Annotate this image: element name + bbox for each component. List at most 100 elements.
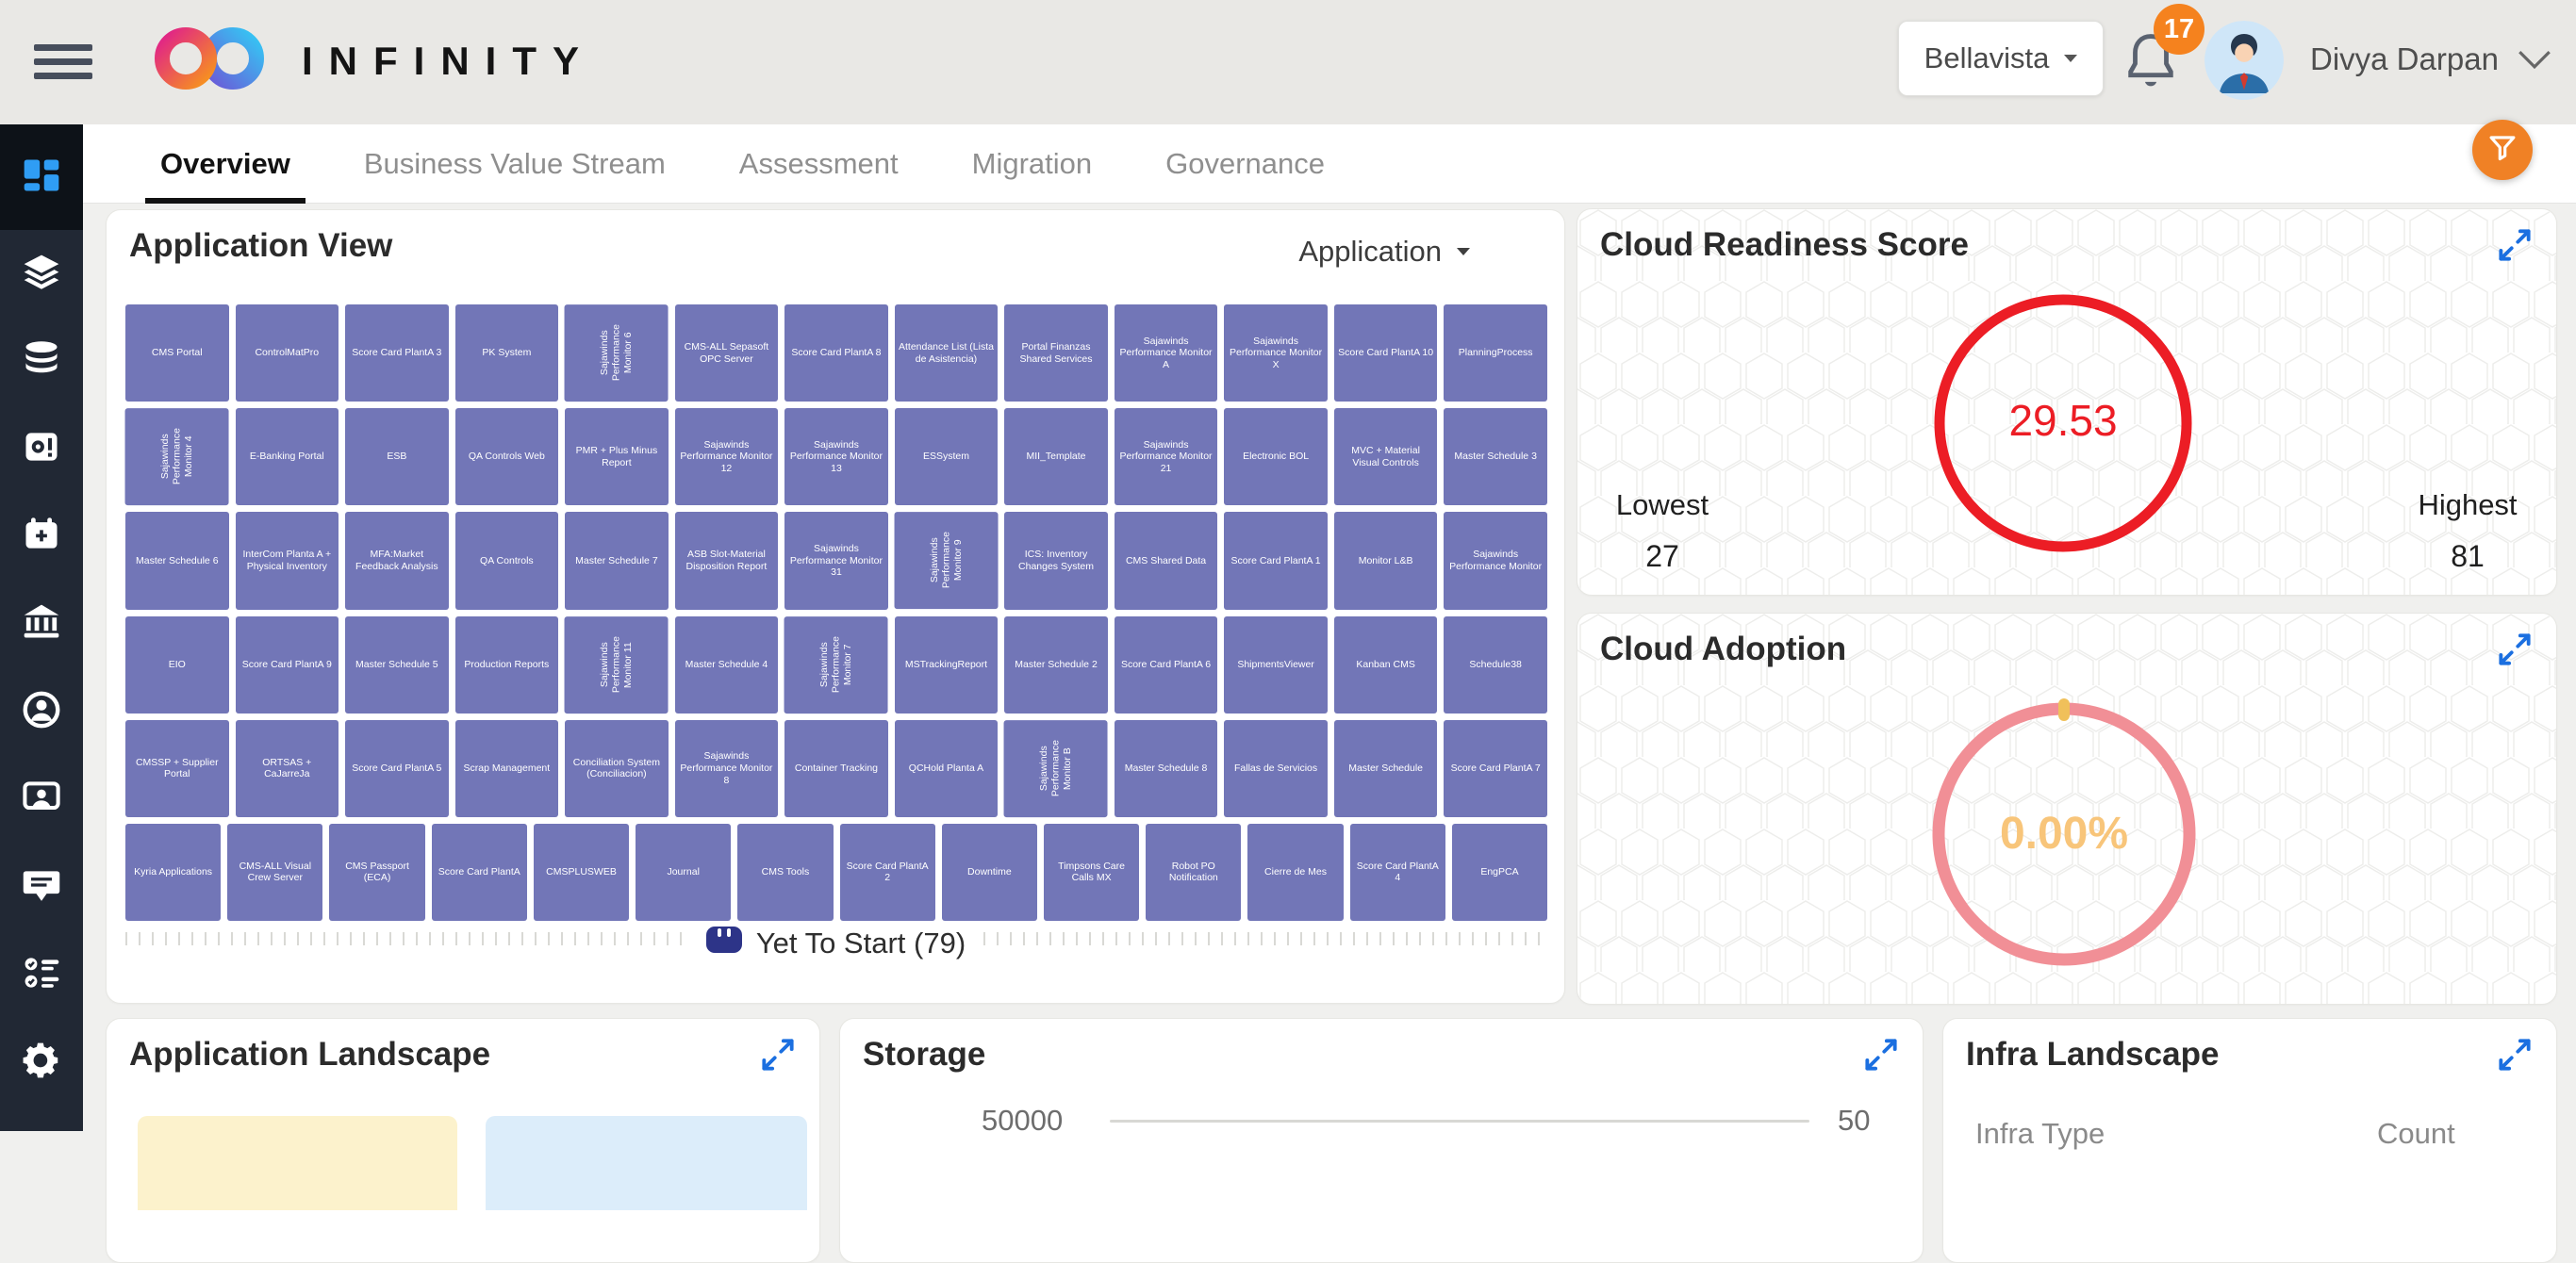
user-menu[interactable]: Divya Darpan <box>2310 41 2553 77</box>
sidebar-item-planner[interactable] <box>0 493 83 581</box>
treemap-tile[interactable]: Sajawinds Performance Monitor 9 <box>895 512 999 609</box>
treemap-tile[interactable]: Sajawinds Performance Monitor 6 <box>565 304 669 402</box>
expand-icon[interactable] <box>757 1034 799 1075</box>
sidebar-item-data[interactable] <box>0 318 83 405</box>
treemap-tile[interactable]: Sajawinds Performance Monitor 4 <box>125 408 229 505</box>
sidebar-item-catalog[interactable] <box>0 405 83 493</box>
treemap-tile[interactable]: Master Schedule 2 <box>1004 616 1108 714</box>
treemap-tile[interactable]: EIO <box>125 616 229 714</box>
treemap-tile[interactable]: Sajawinds Performance Monitor A <box>1115 304 1218 402</box>
treemap-tile[interactable]: Master Schedule 3 <box>1444 408 1547 505</box>
treemap-tile[interactable]: ASB Slot-Material Disposition Report <box>675 512 779 609</box>
treemap-tile[interactable]: Sajawinds Performance Monitor 21 <box>1115 408 1218 505</box>
treemap-tile[interactable]: CMS Shared Data <box>1115 512 1218 609</box>
treemap-tile[interactable]: Score Card PlantA 10 <box>1334 304 1438 402</box>
treemap-tile[interactable]: Schedule38 <box>1444 616 1547 714</box>
treemap-tile[interactable]: Sajawinds Performance Monitor 12 <box>675 408 779 505</box>
treemap-tile[interactable]: Score Card PlantA 2 <box>840 824 935 921</box>
treemap-tile[interactable]: Sajawinds Performance Monitor X <box>1224 304 1328 402</box>
treemap-tile[interactable]: Sajawinds Performance Monitor 7 <box>784 616 888 714</box>
filter-button[interactable] <box>2472 120 2533 180</box>
treemap-tile[interactable]: InterCom Planta A + Physical Inventory <box>236 512 339 609</box>
sidebar-item-settings[interactable] <box>0 1019 83 1107</box>
tab-governance[interactable]: Governance <box>1160 124 1330 204</box>
treemap-tile[interactable]: Kyria Applications <box>125 824 221 921</box>
tab-business-value-stream[interactable]: Business Value Stream <box>358 124 671 204</box>
treemap-tile[interactable]: Score Card PlantA 1 <box>1224 512 1328 609</box>
treemap-tile[interactable]: QCHold Planta A <box>895 720 999 817</box>
treemap-tile[interactable]: Sajawinds Performance Monitor 11 <box>565 616 669 714</box>
treemap-tile[interactable]: CMS Portal <box>125 304 229 402</box>
treemap-tile[interactable]: ORTSAS + CaJarreJa <box>236 720 339 817</box>
expand-icon[interactable] <box>2494 224 2535 266</box>
sidebar-item-dashboard[interactable] <box>0 124 83 230</box>
treemap-tile[interactable]: Downtime <box>942 824 1037 921</box>
treemap-tile[interactable]: Master Schedule 5 <box>345 616 449 714</box>
tab-assessment[interactable]: Assessment <box>734 124 904 204</box>
treemap-tile[interactable]: Master Schedule 7 <box>565 512 669 609</box>
treemap-tile[interactable]: Score Card PlantA 9 <box>236 616 339 714</box>
treemap-tile[interactable]: Timpsons Care Calls MX <box>1044 824 1139 921</box>
treemap-tile[interactable]: Fallas de Servicios <box>1224 720 1328 817</box>
sidebar-item-institution[interactable] <box>0 581 83 668</box>
treemap-tile[interactable]: Sajawinds Performance Monitor 13 <box>784 408 888 505</box>
sidebar-item-profile[interactable] <box>0 668 83 756</box>
treemap-tile[interactable]: CMSSP + Supplier Portal <box>125 720 229 817</box>
treemap-tile[interactable]: Score Card PlantA 3 <box>345 304 449 402</box>
treemap-tile[interactable]: Sajawinds Performance Monitor 8 <box>675 720 779 817</box>
treemap-tile[interactable]: ICS: Inventory Changes System <box>1004 512 1108 609</box>
treemap-tile[interactable]: Score Card PlantA <box>432 824 527 921</box>
treemap-tile[interactable]: Container Tracking <box>784 720 888 817</box>
treemap-tile[interactable]: Journal <box>636 824 731 921</box>
sidebar-item-layers[interactable] <box>0 230 83 318</box>
treemap-tile[interactable]: CMS-ALL Visual Crew Server <box>227 824 322 921</box>
treemap-tile[interactable]: MVC + Material Visual Controls <box>1334 408 1438 505</box>
expand-icon[interactable] <box>1860 1034 1902 1075</box>
treemap-tile[interactable]: EngPCA <box>1452 824 1547 921</box>
treemap-tile[interactable]: Kanban CMS <box>1334 616 1438 714</box>
treemap-tile[interactable]: MII_Template <box>1004 408 1108 505</box>
treemap-tile[interactable]: Portal Finanzas Shared Services <box>1004 304 1108 402</box>
treemap-tile[interactable]: Score Card PlantA 5 <box>345 720 449 817</box>
treemap-tile[interactable]: Sajawinds Performance Monitor <box>1444 512 1547 609</box>
treemap-tile[interactable]: Master Schedule <box>1334 720 1438 817</box>
expand-icon[interactable] <box>2494 1034 2535 1075</box>
treemap-tile[interactable]: Score Card PlantA 6 <box>1115 616 1218 714</box>
expand-icon[interactable] <box>2494 629 2535 670</box>
treemap-tile[interactable]: ESB <box>345 408 449 505</box>
treemap-tile[interactable]: ESSystem <box>895 408 999 505</box>
user-avatar[interactable] <box>2204 21 2284 100</box>
treemap-tile[interactable]: Monitor L&B <box>1334 512 1438 609</box>
tenant-selector[interactable]: Bellavista <box>1898 21 2104 96</box>
treemap-tile[interactable]: QA Controls Web <box>455 408 559 505</box>
treemap-tile[interactable]: CMS Tools <box>737 824 833 921</box>
treemap-tile[interactable]: E-Banking Portal <box>236 408 339 505</box>
sidebar-item-training[interactable] <box>0 756 83 844</box>
treemap-tile[interactable]: Conciliation System (Conciliacion) <box>565 720 669 817</box>
treemap-tile[interactable]: Master Schedule 4 <box>675 616 779 714</box>
treemap-tile[interactable]: Score Card PlantA 8 <box>784 304 888 402</box>
treemap-tile[interactable]: Cierre de Mes <box>1247 824 1343 921</box>
treemap-tile[interactable]: PK System <box>455 304 559 402</box>
treemap-tile[interactable]: Score Card PlantA 4 <box>1350 824 1445 921</box>
treemap-tile[interactable]: Sajawinds Performance Monitor 31 <box>784 512 888 609</box>
treemap-tile[interactable]: Electronic BOL <box>1224 408 1328 505</box>
treemap-tile[interactable]: CMS Passport (ECA) <box>329 824 424 921</box>
tab-overview[interactable]: Overview <box>155 124 296 204</box>
treemap-tile[interactable]: PMR + Plus Minus Report <box>565 408 669 505</box>
treemap-tile[interactable]: Production Reports <box>455 616 559 714</box>
treemap-tile[interactable]: Master Schedule 8 <box>1115 720 1218 817</box>
treemap-tile[interactable]: QA Controls <box>455 512 559 609</box>
sidebar-item-tasks[interactable] <box>0 931 83 1019</box>
tab-migration[interactable]: Migration <box>966 124 1098 204</box>
treemap-tile[interactable]: MFA:Market Feedback Analysis <box>345 512 449 609</box>
treemap-tile[interactable]: Scrap Management <box>455 720 559 817</box>
treemap-tile[interactable]: Sajawinds Performance Monitor B <box>1004 720 1108 817</box>
treemap-tile[interactable]: Master Schedule 6 <box>125 512 229 609</box>
treemap-tile[interactable]: Robot PO Notification <box>1146 824 1241 921</box>
treemap-tile[interactable]: PlanningProcess <box>1444 304 1547 402</box>
treemap-tile[interactable]: CMS-ALL Sepasoft OPC Server <box>675 304 779 402</box>
treemap-tile[interactable]: ControlMatPro <box>236 304 339 402</box>
application-dropdown[interactable]: Application <box>1298 235 1470 269</box>
treemap-tile[interactable]: CMSPLUSWEB <box>534 824 629 921</box>
